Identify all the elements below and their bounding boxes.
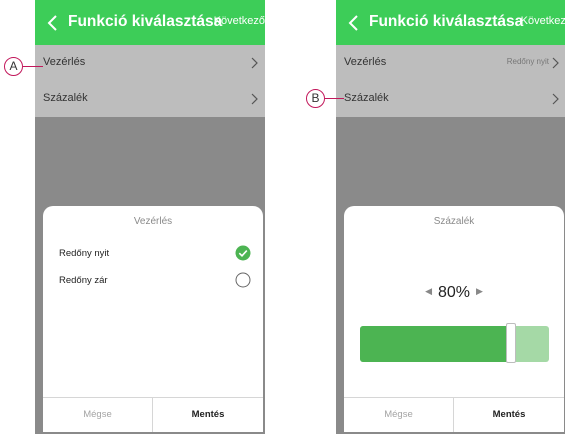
percent-value: 80% bbox=[437, 284, 471, 301]
chevron-right-icon bbox=[552, 57, 559, 69]
checkmark-selected-icon[interactable] bbox=[235, 245, 251, 261]
callout-a-leader-line bbox=[23, 66, 43, 68]
callout-b-marker: B bbox=[306, 89, 325, 108]
menu-item-label: Százalék bbox=[344, 92, 389, 104]
increase-arrow-icon[interactable]: ▶ bbox=[476, 286, 483, 297]
sheet-title: Vezérlés bbox=[133, 216, 173, 227]
decrease-arrow-icon[interactable]: ◀ bbox=[425, 286, 432, 297]
chevron-right-icon bbox=[251, 93, 258, 105]
option-shutter-close[interactable]: Redőny zár bbox=[59, 275, 108, 286]
page-title: Funkció kiválasztása bbox=[68, 13, 223, 30]
back-arrow-icon[interactable] bbox=[46, 13, 60, 33]
cancel-button[interactable]: Mégse bbox=[344, 398, 454, 432]
percent-stepper: ◀ 80% ▶ bbox=[344, 284, 564, 302]
save-button[interactable]: Mentés bbox=[153, 398, 263, 432]
chevron-right-icon bbox=[552, 93, 559, 105]
back-arrow-icon[interactable] bbox=[347, 13, 361, 33]
function-menu: Vezérlés Százalék bbox=[35, 45, 265, 117]
control-bottom-sheet: Vezérlés Redőny nyit Redőny zár Mégse Me… bbox=[43, 206, 263, 432]
option-shutter-open[interactable]: Redőny nyit bbox=[59, 248, 109, 259]
slider-thumb-track bbox=[360, 323, 549, 363]
function-menu: Vezérlés Redőny nyit Százalék bbox=[336, 45, 565, 117]
next-button[interactable]: Következő bbox=[214, 15, 265, 27]
chevron-right-icon bbox=[251, 57, 258, 69]
cancel-button[interactable]: Mégse bbox=[43, 398, 153, 432]
menu-item-label: Vezérlés bbox=[43, 56, 86, 68]
callout-b-leader-line bbox=[325, 98, 344, 100]
app-header: Funkció kiválasztása Következő bbox=[35, 0, 265, 45]
save-button[interactable]: Mentés bbox=[454, 398, 564, 432]
app-header: Funkció kiválasztása Következő bbox=[336, 0, 565, 45]
callout-a-marker: A bbox=[4, 57, 23, 76]
radio-unselected-icon[interactable] bbox=[235, 272, 251, 288]
phone-screen-b: Funkció kiválasztása Következő Vezérlés … bbox=[336, 0, 565, 434]
sheet-title: Százalék bbox=[433, 216, 475, 227]
slider-thumb[interactable] bbox=[506, 323, 517, 363]
menu-item-percent[interactable]: Százalék bbox=[35, 81, 265, 117]
page-title: Funkció kiválasztása bbox=[369, 13, 524, 30]
menu-item-control[interactable]: Vezérlés bbox=[35, 45, 265, 81]
menu-item-control[interactable]: Vezérlés Redőny nyit bbox=[336, 45, 565, 81]
menu-item-label: Vezérlés bbox=[344, 56, 387, 68]
next-button[interactable]: Következő bbox=[521, 15, 565, 27]
percent-bottom-sheet: Százalék ◀ 80% ▶ Mégse Mentés bbox=[344, 206, 564, 432]
menu-item-percent[interactable]: Százalék bbox=[336, 81, 565, 117]
menu-item-label: Százalék bbox=[43, 92, 88, 104]
sheet-footer: Mégse Mentés bbox=[43, 397, 263, 432]
phone-screen-a: Funkció kiválasztása Következő Vezérlés … bbox=[35, 0, 265, 434]
sheet-footer: Mégse Mentés bbox=[344, 397, 564, 432]
menu-item-value: Redőny nyit bbox=[506, 57, 549, 66]
